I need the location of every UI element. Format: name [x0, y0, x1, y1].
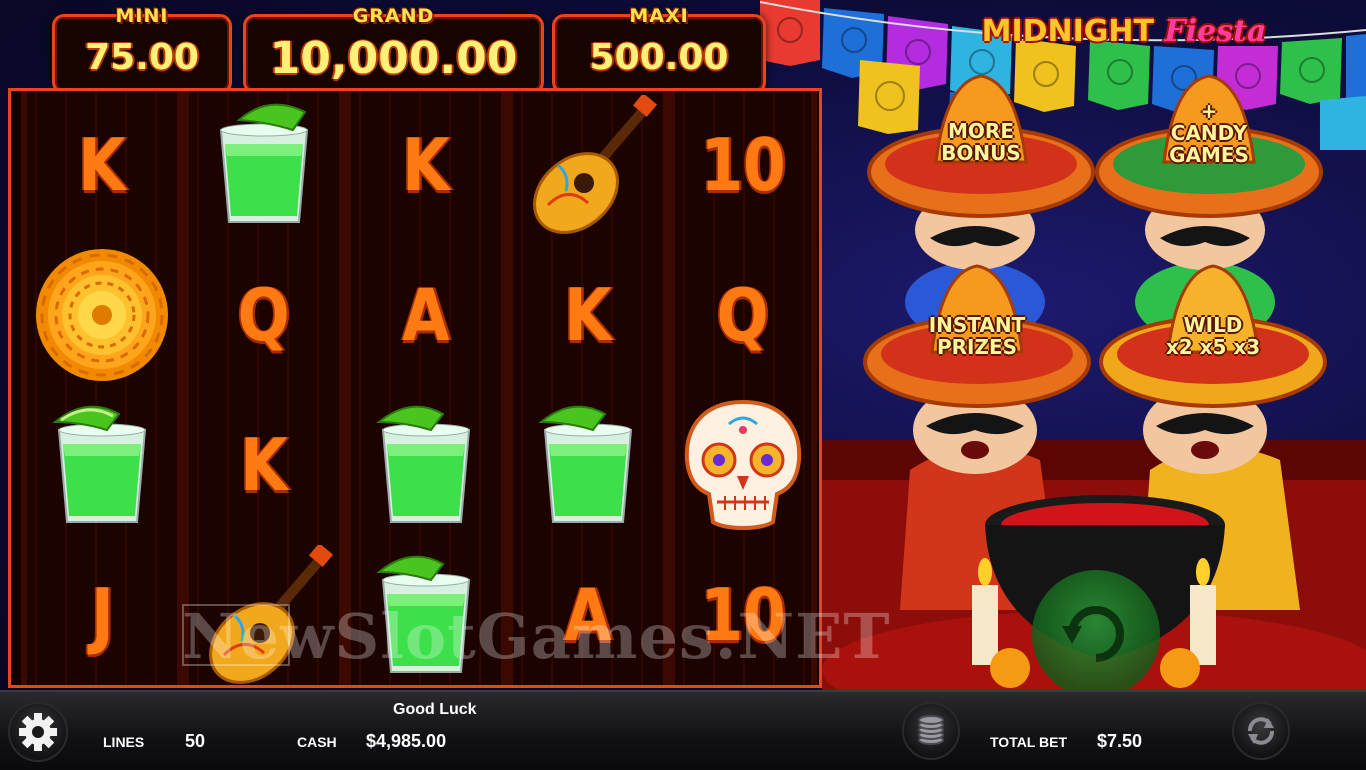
symbol-cell	[669, 391, 817, 539]
control-bar: LINES 50 Good Luck CASH $4,985.00 TOTAL …	[0, 690, 1366, 770]
symbol-cell: Q	[669, 241, 817, 389]
jackpot-grand: GRAND 10,000.00	[243, 5, 544, 94]
watermark: NewSlotGames.NET	[182, 600, 891, 673]
reel-4: K A	[507, 91, 669, 685]
tequila-icon	[538, 405, 633, 523]
gear-icon	[19, 713, 57, 751]
symbol-cell: Q	[183, 241, 345, 389]
symbol-cell	[345, 391, 507, 539]
symbol-letter: K	[564, 273, 612, 357]
symbol-cell: J	[21, 541, 183, 689]
symbol-letter: Q	[716, 273, 770, 357]
jackpot-grand-label: GRAND	[352, 5, 435, 27]
symbol-cell: K	[345, 91, 507, 239]
reel-1: K J	[21, 91, 183, 685]
symbol-letter: 10	[700, 123, 786, 207]
symbol-letter: Q	[237, 273, 291, 357]
jackpot-mini-label: MINI	[115, 5, 169, 27]
symbol-cell	[21, 241, 183, 389]
symbol-cell	[183, 91, 345, 239]
tequila-icon	[219, 103, 309, 223]
autoplay-icon	[1248, 717, 1274, 745]
cash-value: $4,985.00	[366, 731, 447, 751]
symbol-cell: 10	[669, 91, 817, 239]
symbol-cell	[507, 391, 669, 539]
symbol-cell: K	[507, 241, 669, 389]
jackpot-maxi: MAXI 500.00	[552, 5, 766, 94]
spin-arrow-icon	[1062, 606, 1124, 662]
symbol-letter: J	[90, 573, 114, 657]
total-bet-value: $7.50	[1097, 731, 1143, 751]
coin-stack-icon	[918, 715, 944, 745]
symbol-cell: K	[183, 391, 345, 539]
reel-5: 10 Q 10	[669, 91, 817, 685]
hat-instant-prizes-label: INSTANT PRIZES	[928, 313, 1026, 359]
sugar-skull-icon	[684, 399, 802, 530]
symbol-cell: K	[21, 91, 183, 239]
game-title: MIDNIGHT Fiesta	[944, 14, 1304, 56]
symbol-letter: K	[240, 423, 288, 507]
guitar-icon	[533, 95, 658, 234]
hat-wild: WILD x2 x5 x3	[1098, 262, 1328, 410]
reel-grid: K J Q K K A K A 10 Q 10	[8, 88, 822, 688]
hat-candy-games: + CANDY GAMES	[1094, 72, 1324, 220]
total-bet-label: TOTAL BET	[990, 734, 1067, 750]
symbol-letter: K	[402, 123, 450, 207]
cash-label: CASH	[297, 734, 337, 750]
settings-button[interactable]	[8, 702, 68, 762]
symbol-cell	[21, 391, 183, 539]
status-message: Good Luck	[393, 701, 477, 718]
jackpot-grand-value: 10,000.00	[269, 33, 518, 84]
bet-coins-button[interactable]	[902, 702, 960, 760]
tequila-icon	[52, 405, 147, 523]
hat-more-bonus: MORE BONUS	[866, 72, 1096, 220]
lines-label: LINES	[103, 734, 145, 750]
hat-instant-prizes: INSTANT PRIZES	[862, 262, 1092, 410]
jackpot-maxi-label: MAXI	[629, 5, 689, 27]
reel-2: Q K	[183, 91, 345, 685]
marigold-icon	[36, 249, 168, 381]
jackpot-mini: MINI 75.00	[52, 5, 232, 94]
lines-value[interactable]: 50	[185, 731, 205, 752]
symbol-letter: A	[402, 273, 450, 357]
game-title-part2: Fiesta	[1164, 14, 1267, 49]
symbol-cell: A	[345, 241, 507, 389]
hat-more-bonus-label: MORE BONUS	[941, 119, 1021, 165]
spin-button[interactable]	[1032, 570, 1160, 698]
symbol-letter: K	[78, 123, 126, 207]
autoplay-button[interactable]	[1232, 702, 1290, 760]
jackpot-mini-value: 75.00	[85, 37, 199, 78]
game-title-part1: MIDNIGHT	[981, 14, 1165, 49]
tequila-icon	[376, 405, 471, 523]
reel-3: K A	[345, 91, 507, 685]
jackpot-maxi-value: 500.00	[589, 37, 729, 78]
hat-candy-games-label: + CANDY GAMES	[1169, 99, 1249, 167]
symbol-cell	[507, 91, 669, 239]
hat-wild-label: WILD x2 x5 x3	[1165, 313, 1261, 359]
